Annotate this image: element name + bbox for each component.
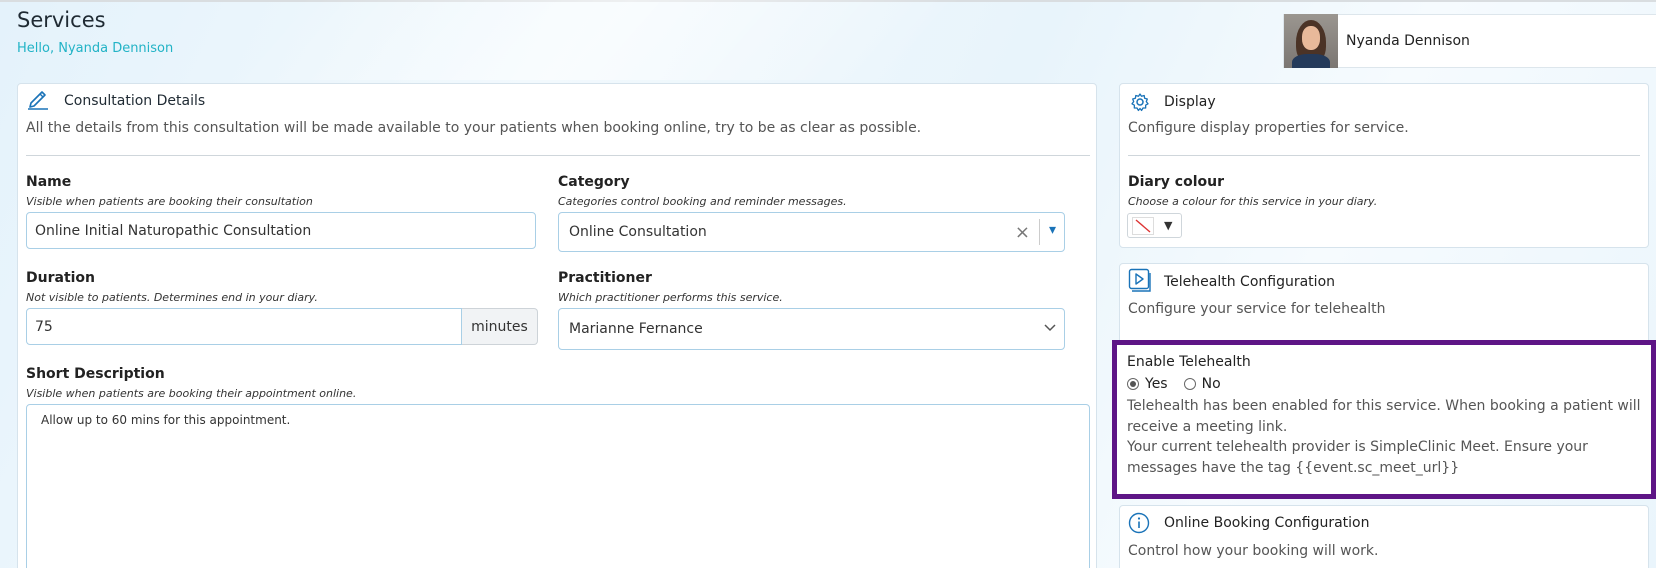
consultation-details-panel: Consultation Details All the details fro… [17, 83, 1097, 568]
short-description-label: Short Description [26, 366, 165, 382]
display-panel: Display Configure display properties for… [1119, 83, 1649, 248]
no-label: No [1201, 376, 1221, 392]
gear-icon [1131, 93, 1149, 112]
pencil-icon [28, 91, 48, 110]
category-value: Online Consultation [569, 224, 707, 240]
enable-telehealth-section: Enable Telehealth Yes No Telehealth has … [1112, 340, 1656, 499]
online-booking-panel: Online Booking Configuration Control how… [1119, 505, 1649, 568]
no-radio[interactable] [1183, 378, 1196, 390]
telehealth-description: Configure your service for telehealth [1128, 301, 1386, 317]
background-decoration [241, 0, 1119, 80]
video-icon [1128, 268, 1151, 292]
avatar [1284, 14, 1338, 68]
online-booking-title: Online Booking Configuration [1164, 515, 1370, 531]
caret-down-icon: ▼ [1164, 219, 1173, 232]
diary-colour-picker[interactable]: ▼ [1127, 213, 1182, 238]
category-label: Category [558, 174, 630, 190]
practitioner-value: Marianne Fernance [569, 321, 703, 337]
diary-colour-help: Choose a colour for this service in your… [1128, 195, 1378, 208]
divider [26, 155, 1090, 156]
select-separator [1039, 219, 1040, 245]
short-description-textarea[interactable]: Allow up to 60 mins for this appointment… [26, 404, 1090, 568]
user-name: Nyanda Dennison [1346, 33, 1470, 49]
name-label: Name [26, 174, 72, 190]
duration-help: Not visible to patients. Determines end … [26, 291, 318, 304]
display-description: Configure display properties for service… [1128, 120, 1409, 136]
practitioner-select[interactable]: Marianne Fernance [558, 308, 1065, 350]
duration-unit: minutes [462, 308, 538, 345]
enable-telehealth-label: Enable Telehealth [1127, 354, 1251, 370]
caret-down-icon[interactable]: ▾ [1049, 222, 1056, 238]
online-booking-description: Control how your booking will work. [1128, 543, 1379, 559]
practitioner-help: Which practitioner performs this service… [558, 291, 783, 304]
practitioner-label: Practitioner [558, 270, 652, 286]
telehealth-provider-info: Your current telehealth provider is Simp… [1127, 439, 1588, 476]
short-description-help: Visible when patients are booking their … [26, 387, 357, 400]
category-help: Categories control booking and reminder … [558, 195, 847, 208]
consultation-details-title: Consultation Details [64, 93, 206, 109]
info-icon [1128, 512, 1150, 534]
page-title: Services [17, 8, 106, 32]
consultation-details-description: All the details from this consultation w… [26, 120, 922, 136]
telehealth-title: Telehealth Configuration [1164, 274, 1336, 290]
chevron-down-icon [1044, 324, 1056, 332]
diary-colour-label: Diary colour [1128, 174, 1224, 190]
greeting: Hello, Nyanda Dennison [17, 41, 174, 56]
telehealth-radio-group: Yes No [1127, 376, 1221, 392]
telehealth-enabled-info: Telehealth has been enabled for this ser… [1127, 398, 1641, 435]
no-colour-swatch [1132, 216, 1154, 235]
category-select[interactable]: Online Consultation × ▾ [558, 212, 1065, 252]
duration-input[interactable]: 75 [26, 308, 462, 345]
name-help: Visible when patients are booking their … [26, 195, 313, 208]
yes-radio[interactable] [1127, 378, 1139, 390]
duration-label: Duration [26, 270, 96, 286]
clear-icon[interactable]: × [1015, 222, 1030, 243]
display-title: Display [1164, 94, 1216, 110]
divider [1128, 155, 1640, 156]
user-menu[interactable]: Nyanda Dennison [1283, 14, 1656, 68]
name-input[interactable]: Online Initial Naturopathic Consultation [26, 212, 536, 249]
yes-label: Yes [1145, 376, 1168, 392]
